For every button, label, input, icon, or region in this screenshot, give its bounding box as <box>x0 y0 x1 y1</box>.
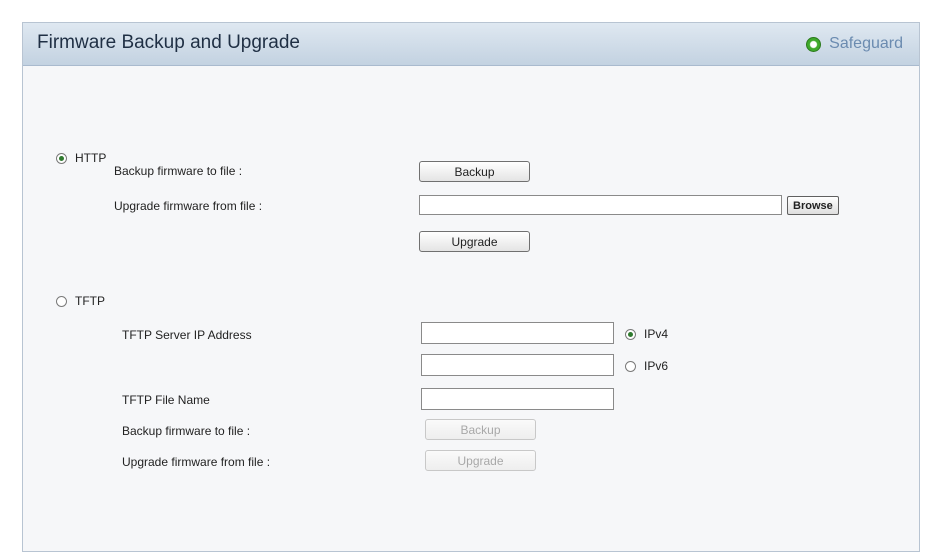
http-upgrade-button[interactable]: Upgrade <box>419 231 530 252</box>
http-backup-button[interactable]: Backup <box>419 161 530 182</box>
panel-header: Firmware Backup and Upgrade Safeguard <box>23 23 919 66</box>
tftp-ipv6-input[interactable] <box>421 354 614 376</box>
tftp-radio[interactable] <box>56 295 67 307</box>
safeguard-status-icon <box>806 36 822 52</box>
ipv4-label: IPv4 <box>644 327 669 341</box>
http-upgrade-label: Upgrade firmware from file : <box>114 199 263 213</box>
ipv4-option[interactable]: IPv4 <box>625 327 668 341</box>
http-radio[interactable] <box>56 152 67 164</box>
safeguard-label: Safeguard <box>829 35 903 52</box>
ipv6-radio[interactable] <box>625 360 636 372</box>
tftp-file-name-input[interactable] <box>421 388 614 410</box>
tftp-server-ip-label: TFTP Server IP Address <box>122 328 252 342</box>
http-label: HTTP <box>75 151 107 165</box>
http-backup-label: Backup firmware to file : <box>114 164 243 178</box>
ipv4-radio[interactable] <box>625 328 636 340</box>
tftp-ipv4-input[interactable] <box>421 322 614 344</box>
firmware-file-input[interactable] <box>419 195 782 215</box>
ipv6-option[interactable]: IPv6 <box>625 359 668 373</box>
browse-button[interactable]: Browse <box>787 196 839 215</box>
safeguard-indicator: Safeguard <box>806 35 903 53</box>
tftp-file-name-label: TFTP File Name <box>122 393 210 407</box>
tftp-upgrade-label: Upgrade firmware from file : <box>122 455 271 469</box>
page-title: Firmware Backup and Upgrade <box>37 32 300 53</box>
tftp-option[interactable]: TFTP <box>56 294 105 308</box>
firmware-panel: Firmware Backup and Upgrade Safeguard HT… <box>22 22 920 552</box>
http-option[interactable]: HTTP <box>56 151 106 165</box>
tftp-upgrade-button[interactable]: Upgrade <box>425 450 536 471</box>
tftp-backup-label: Backup firmware to file : <box>122 424 251 438</box>
ipv6-label: IPv6 <box>644 359 669 373</box>
tftp-backup-button[interactable]: Backup <box>425 419 536 440</box>
tftp-label: TFTP <box>75 294 105 308</box>
